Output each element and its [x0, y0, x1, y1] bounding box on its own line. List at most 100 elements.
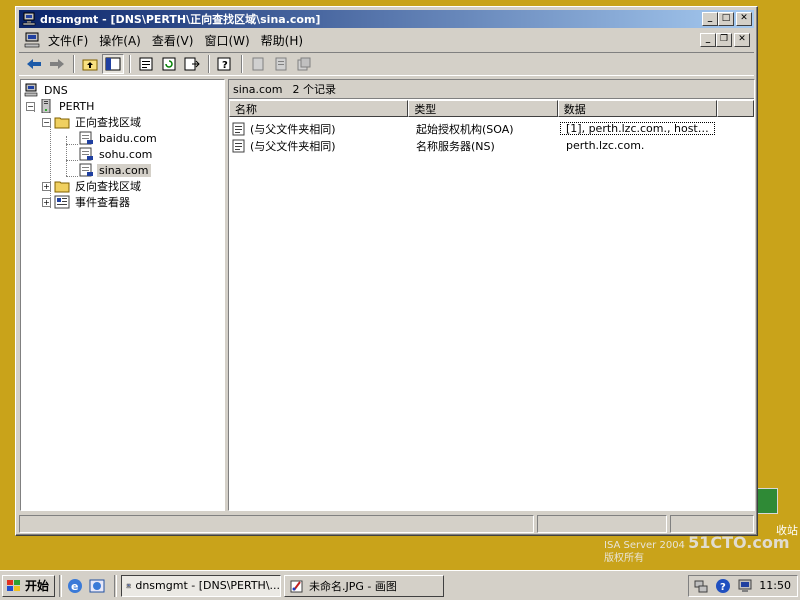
task-label: 未命名.JPG - 画图	[309, 579, 397, 593]
export-list-button[interactable]	[181, 54, 203, 74]
cell-type: 名称服务器(NS)	[416, 139, 495, 153]
zone-icon	[79, 163, 93, 177]
mdi-close-button[interactable]: ✕	[734, 33, 750, 47]
zone-icon	[79, 147, 93, 161]
cell-data: [1], perth.lzc.com., hostmaster.lzc.com.	[560, 122, 715, 135]
console-tree[interactable]: DNS − PERTH − 正向查找区域 baidu.com sohu.com …	[20, 79, 225, 511]
help-tray-icon[interactable]: ?	[715, 578, 731, 594]
help-button[interactable]: ?	[214, 54, 236, 74]
network-icon[interactable]	[693, 578, 709, 594]
event-viewer-icon	[54, 195, 70, 209]
new-alias-button[interactable]	[270, 54, 292, 74]
collapse-toggle[interactable]: −	[42, 117, 51, 127]
table-row[interactable]: (与父文件夹相同) 起始授权机构(SOA) [1], perth.lzc.com…	[229, 120, 754, 137]
forward-button[interactable]	[46, 54, 68, 74]
cell-name: (与父文件夹相同)	[250, 122, 336, 136]
minimize-button[interactable]: _	[702, 12, 718, 26]
tree-item-dns[interactable]: DNS	[23, 82, 70, 98]
dns-icon	[24, 83, 38, 97]
back-arrow-icon	[27, 59, 41, 69]
tree-label-perth: PERTH	[59, 99, 95, 113]
column-headers: 名称 类型 数据	[229, 100, 754, 117]
tree-label-event-viewer: 事件查看器	[75, 196, 130, 209]
record-icon	[252, 57, 264, 71]
tree-item-event-viewer[interactable]: + 事件查看器	[42, 194, 132, 210]
folder-open-icon	[54, 117, 70, 129]
record-icon	[232, 139, 245, 152]
forward-arrow-icon	[50, 59, 64, 69]
toolbar-separator	[241, 55, 243, 73]
svg-text:?: ?	[720, 582, 726, 593]
internet-explorer-icon[interactable]: e	[66, 577, 84, 595]
export-icon	[184, 57, 200, 71]
mdi-minimize-button[interactable]: _	[700, 33, 716, 47]
menu-view[interactable]: 查看(V)	[149, 32, 202, 49]
task-button-paint[interactable]: 未命名.JPG - 画图	[284, 574, 445, 597]
cell-type: 起始授权机构(SOA)	[416, 122, 514, 136]
properties-icon	[139, 57, 153, 71]
tree-item-forward-lookup-zones[interactable]: − 正向查找区域	[42, 114, 143, 130]
show-hide-tree-button[interactable]	[102, 54, 124, 74]
table-row[interactable]: (与父文件夹相同) 名称服务器(NS) perth.lzc.com.	[229, 137, 754, 154]
console-icon[interactable]	[23, 32, 41, 48]
toolbar-separator	[208, 55, 210, 73]
mdi-restore-button[interactable]: ❐	[716, 33, 732, 47]
new-mail-exchanger-button[interactable]	[293, 54, 315, 74]
task-button-dnsmgmt[interactable]: dnsmgmt - [DNS\PERTH\...	[121, 574, 282, 597]
tree-label-forward-zones: 正向查找区域	[75, 116, 141, 129]
tree-item-zone-sohu[interactable]: sohu.com	[78, 146, 154, 162]
maximize-button[interactable]: □	[718, 12, 734, 26]
tree-item-reverse-lookup-zones[interactable]: + 反向查找区域	[42, 178, 143, 194]
back-button[interactable]	[23, 54, 45, 74]
svg-text:e: e	[71, 580, 78, 593]
start-label: 开始	[25, 579, 50, 593]
close-button[interactable]: ✕	[736, 12, 752, 26]
tree-connector	[66, 144, 78, 145]
dns-app-icon	[126, 583, 131, 588]
record-list-pane[interactable]: sina.com 2 个记录 名称 类型 数据 (与父文件夹相同) 起始授权机构…	[228, 79, 755, 511]
folder-up-icon	[82, 59, 98, 71]
mx-record-icon	[297, 57, 311, 71]
menu-file[interactable]: 文件(F)	[45, 32, 96, 49]
tree-label-zone: baidu.com	[99, 131, 157, 145]
window-title: dnsmgmt - [DNS\PERTH\正向查找区域\sina.com]	[40, 13, 321, 26]
expand-toggle[interactable]: +	[42, 181, 51, 191]
new-record-button[interactable]	[247, 54, 269, 74]
system-tray: ? 11:50	[688, 574, 798, 597]
tree-item-zone-baidu[interactable]: baidu.com	[78, 130, 159, 146]
server-icon	[41, 99, 51, 113]
up-level-button[interactable]	[79, 54, 101, 74]
column-header-data[interactable]: 数据	[557, 100, 718, 117]
start-button[interactable]: 开始	[2, 574, 56, 597]
record-rows: (与父文件夹相同) 起始授权机构(SOA) [1], perth.lzc.com…	[229, 120, 754, 154]
properties-button[interactable]	[135, 54, 157, 74]
menu-help[interactable]: 帮助(H)	[258, 32, 311, 49]
column-header-name[interactable]: 名称	[229, 100, 409, 117]
recycle-bin-icon[interactable]	[756, 488, 778, 514]
dnsmgmt-window: dnsmgmt - [DNS\PERTH\正向查找区域\sina.com] _ …	[15, 6, 758, 536]
caption-buttons: _ □ ✕	[702, 12, 752, 26]
toolbar: ?	[19, 52, 754, 76]
expand-toggle[interactable]: +	[42, 197, 51, 207]
outlook-express-icon[interactable]	[88, 577, 106, 595]
menu-action[interactable]: 操作(A)	[96, 32, 149, 49]
status-panel-3	[670, 515, 754, 533]
tree-item-perth[interactable]: − PERTH	[26, 98, 96, 114]
refresh-button[interactable]	[158, 54, 180, 74]
monitor-tray-icon[interactable]	[737, 578, 753, 594]
paint-app-icon	[290, 580, 303, 592]
title-bar[interactable]: dnsmgmt - [DNS\PERTH\正向查找区域\sina.com] _ …	[19, 10, 754, 28]
tree-pane-icon	[105, 57, 121, 71]
cell-data: perth.lzc.com.	[566, 139, 645, 152]
svg-text:?: ?	[222, 60, 228, 71]
menu-window[interactable]: 窗口(W)	[201, 32, 257, 49]
cell-name: (与父文件夹相同)	[250, 139, 336, 153]
collapse-toggle[interactable]: −	[26, 101, 35, 111]
tree-connector	[66, 136, 67, 176]
current-zone-label: sina.com	[233, 82, 283, 96]
column-header-filler	[717, 100, 754, 117]
column-header-type[interactable]: 类型	[408, 100, 558, 117]
status-bar	[19, 515, 754, 533]
tree-connector	[66, 176, 78, 177]
tree-item-zone-sina[interactable]: sina.com	[78, 162, 151, 178]
